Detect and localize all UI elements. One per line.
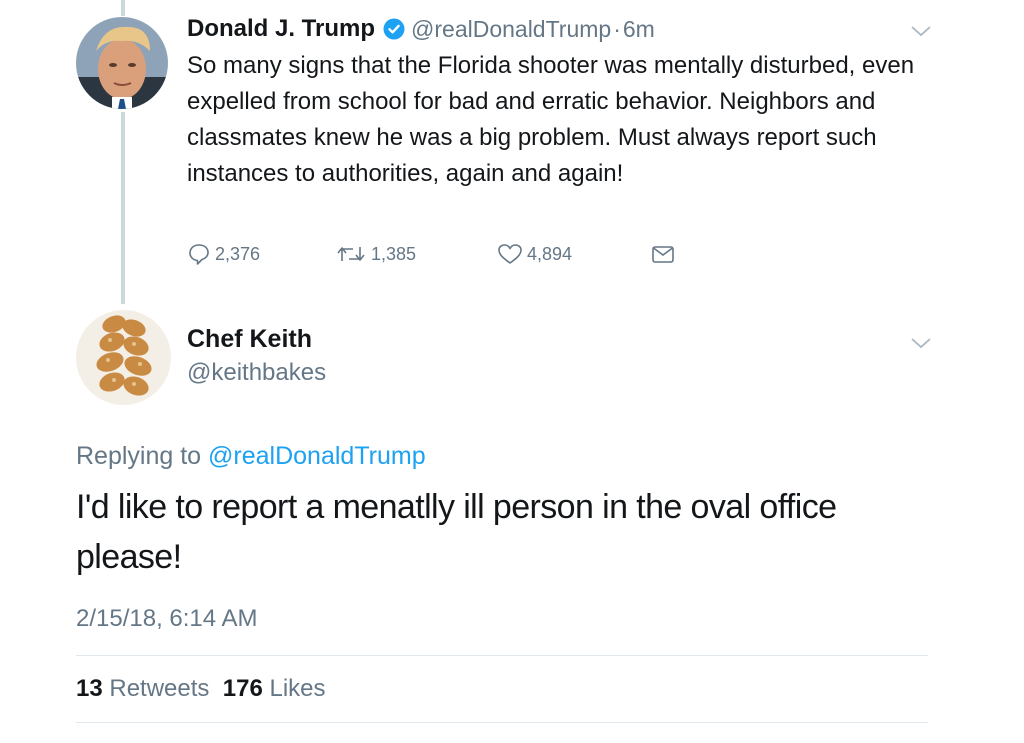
retweets-label: Retweets xyxy=(109,675,210,702)
tweet-text: So many signs that the Florida shooter w… xyxy=(187,52,915,187)
likes-label: Likes xyxy=(269,675,326,702)
reply-icon xyxy=(189,244,209,265)
replying-to-mention[interactable]: @realDonaldTrump xyxy=(208,442,426,470)
retweet-icon xyxy=(337,247,365,261)
replying-to-label: Replying to xyxy=(76,442,202,470)
retweets-stat[interactable]: 13 Retweets xyxy=(76,675,209,702)
verified-badge-icon xyxy=(383,18,405,40)
retweets-count: 13 xyxy=(76,675,103,702)
engagement-stats: 13 Retweets 176 Likes xyxy=(76,675,326,703)
reply-author-name[interactable]: Chef Keith xyxy=(187,325,312,354)
reply-count: 2,376 xyxy=(215,243,261,264)
thread-line-top xyxy=(121,0,125,16)
chevron-down-icon[interactable] xyxy=(910,24,932,38)
divider xyxy=(76,722,928,723)
divider xyxy=(76,655,928,656)
like-button[interactable]: 4,894 xyxy=(497,242,572,266)
chevron-down-icon[interactable] xyxy=(910,336,932,350)
reply-avatar[interactable] xyxy=(76,310,171,405)
reply-timestamp[interactable]: 2/15/18, 6:14 AM xyxy=(76,605,257,633)
author-handle[interactable]: @realDonaldTrump xyxy=(411,16,611,43)
like-count: 4,894 xyxy=(527,243,573,264)
like-icon xyxy=(498,244,522,264)
reply-button[interactable]: 2,376 xyxy=(187,242,260,266)
avatar[interactable] xyxy=(76,17,168,109)
likes-stat[interactable]: 176 Likes xyxy=(223,675,326,702)
replying-to: Replying to @realDonaldTrump xyxy=(76,442,426,471)
author-name[interactable]: Donald J. Trump xyxy=(187,15,375,43)
reply-text: I'd like to report a menatlly ill person… xyxy=(76,488,837,576)
reply-author-handle[interactable]: @keithbakes xyxy=(187,359,326,387)
retweet-button[interactable]: 1,385 xyxy=(335,242,416,266)
direct-message-button[interactable] xyxy=(650,242,680,266)
retweet-count: 1,385 xyxy=(371,243,417,264)
time-separator: · xyxy=(613,15,621,42)
tweet-time[interactable]: 6m xyxy=(623,16,655,43)
tweet-header: Donald J. Trump @realDonaldTrump · 6m xyxy=(187,14,655,44)
likes-count: 176 xyxy=(222,675,263,702)
thread-line xyxy=(121,112,125,304)
direct-message-icon xyxy=(652,246,674,263)
